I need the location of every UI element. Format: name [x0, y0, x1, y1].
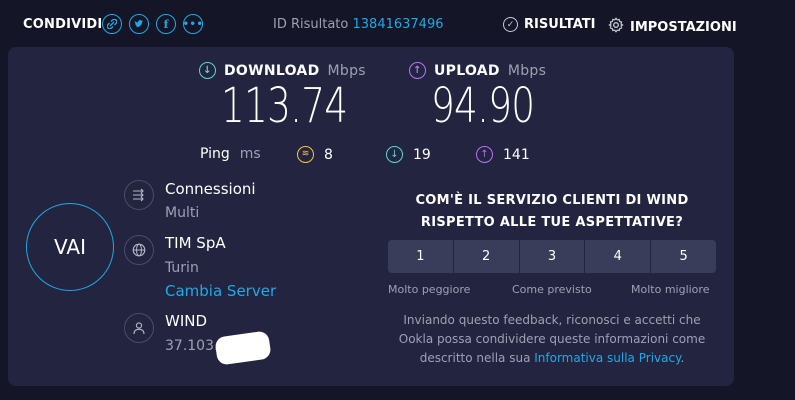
rating-option-5[interactable]: 5 [651, 240, 716, 273]
privacy-link[interactable]: Informativa sulla Privacy [534, 351, 680, 365]
connections-value: Multi [165, 205, 200, 221]
go-button[interactable]: VAI [26, 203, 114, 291]
connections-icon [124, 180, 154, 210]
share-label: CONDIVIDI [23, 17, 103, 32]
ping-label-group: Ping ms [200, 146, 261, 162]
result-id-number[interactable]: 13841637496 [353, 17, 444, 32]
upload-label: UPLOAD [434, 62, 500, 79]
rating-option-3[interactable]: 3 [519, 240, 585, 273]
provider-ip: 37.103. [165, 338, 219, 354]
scale-mid-label: Come previsto [512, 283, 592, 296]
facebook-icon[interactable]: f [156, 14, 176, 34]
ping-idle-value: 8 [324, 146, 333, 163]
twitter-icon[interactable] [129, 14, 149, 34]
gear-icon [608, 17, 624, 37]
ping-upload: ↑ 141 [476, 146, 530, 163]
globe-icon [124, 235, 154, 265]
more-icon[interactable]: ••• [183, 14, 203, 34]
ping-download-icon: ↓ [386, 146, 403, 163]
results-nav[interactable]: ✓ RISULTATI [503, 17, 596, 32]
ping-upload-icon: ↑ [476, 146, 493, 163]
ping-idle: ≋ 8 [297, 146, 333, 163]
provider-name: WIND [165, 312, 208, 330]
user-icon [124, 313, 154, 343]
rating-option-4[interactable]: 4 [585, 240, 651, 273]
scale-high-label: Molto migliore [631, 283, 710, 296]
feedback-end: . [680, 351, 685, 365]
ping-label: Ping [200, 146, 230, 162]
ping-idle-icon: ≋ [297, 146, 314, 163]
server-location: Turin [165, 260, 199, 276]
result-id-label: ID Risultato [273, 17, 349, 32]
change-server-link[interactable]: Cambia Server [165, 282, 276, 300]
results-label: RISULTATI [524, 17, 596, 32]
download-arrow-icon: ↓ [199, 62, 216, 79]
download-unit: Mbps [327, 62, 366, 79]
upload-header: ↑ UPLOAD Mbps [409, 62, 546, 79]
result-id: ID Risultato 13841637496 [273, 17, 443, 32]
rating-bar: 1 2 3 4 5 [388, 240, 716, 273]
rating-option-2[interactable]: 2 [453, 240, 519, 273]
ping-download-value: 19 [413, 146, 431, 163]
download-value: 113.74 [221, 78, 348, 134]
ping-upload-value: 141 [503, 146, 530, 163]
download-label: DOWNLOAD [224, 62, 320, 79]
connections-title: Connessioni [165, 180, 256, 198]
check-circle-icon: ✓ [503, 17, 518, 32]
ping-download: ↓ 19 [386, 146, 431, 163]
link-icon[interactable] [102, 14, 122, 34]
feedback-notice: Inviando questo feedback, riconosci e ac… [388, 311, 716, 368]
upload-arrow-icon: ↑ [409, 62, 426, 79]
scale-low-label: Molto peggiore [388, 283, 471, 296]
settings-label: IMPOSTAZIONI [630, 19, 737, 35]
settings-nav[interactable]: IMPOSTAZIONI [608, 17, 737, 37]
download-header: ↓ DOWNLOAD Mbps [199, 62, 366, 79]
server-name: TIM SpA [165, 234, 226, 252]
ping-unit: ms [239, 146, 261, 162]
upload-unit: Mbps [507, 62, 547, 79]
rating-option-1[interactable]: 1 [388, 240, 453, 273]
survey-question: COM'È IL SERVIZIO CLIENTI DI WIND RISPET… [415, 193, 689, 230]
upload-value: 94.90 [431, 78, 535, 134]
